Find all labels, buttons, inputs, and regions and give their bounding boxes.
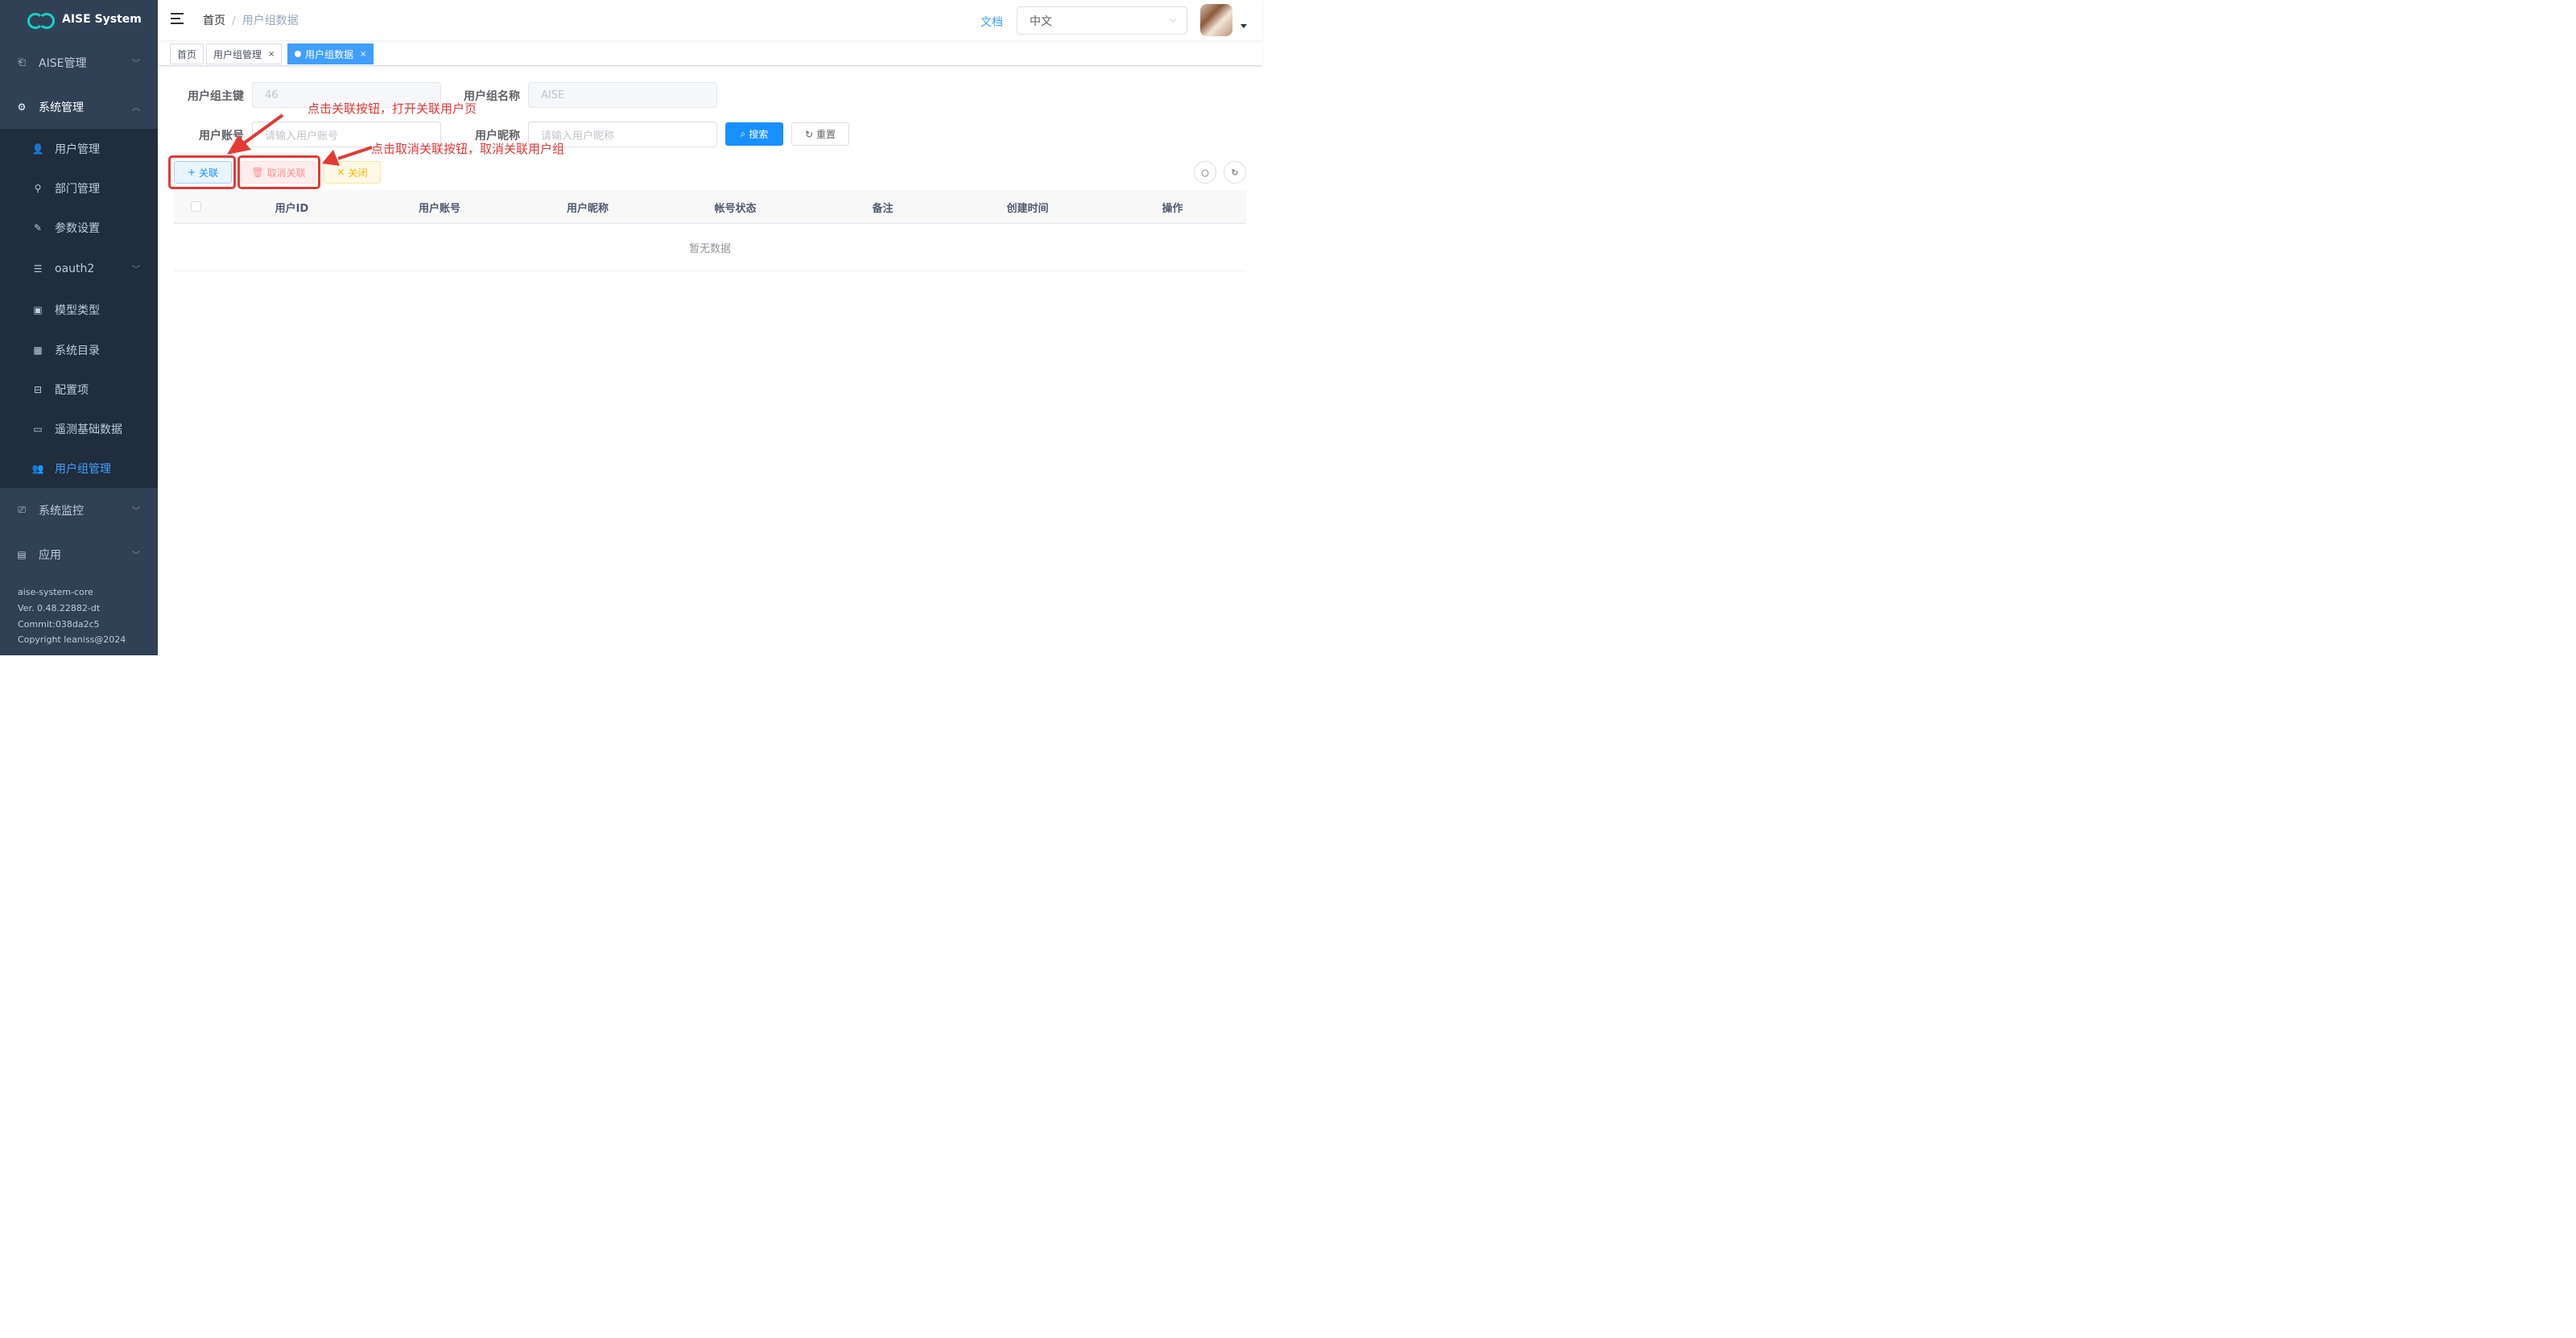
column-header[interactable]: 用户账号: [365, 190, 514, 224]
column-header[interactable]: 用户昵称: [514, 190, 662, 224]
column-header[interactable]: 用户ID: [218, 190, 365, 224]
unlink-arrow-line: [337, 146, 373, 160]
column-header[interactable]: 帐号状态: [662, 190, 809, 224]
link-arrow-line: [240, 114, 284, 147]
column-header[interactable]: 操作: [1099, 190, 1246, 224]
link-arrow-head: [227, 135, 251, 155]
column-header[interactable]: 备注: [809, 190, 956, 224]
table-empty: 暂无数据: [174, 224, 1246, 271]
column-header[interactable]: 创建时间: [956, 190, 1099, 224]
unlink-arrow-head: [322, 150, 340, 166]
annotation-arrows: [227, 114, 373, 166]
unlink-annotation: 点击取消关联按钮，取消关联用户组: [371, 142, 565, 156]
select-all-checkbox[interactable]: [191, 201, 201, 212]
link-annotation: 点击关联按钮，打开关联用户页: [308, 101, 477, 116]
table-header: 用户ID 用户账号 用户昵称 帐号状态 备注 创建时间 操作: [174, 190, 1246, 224]
